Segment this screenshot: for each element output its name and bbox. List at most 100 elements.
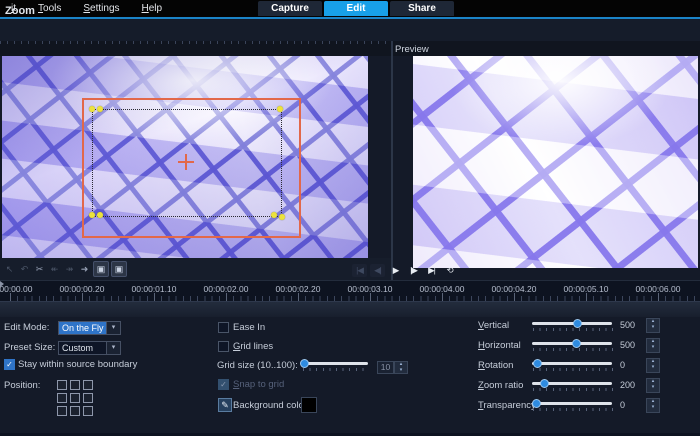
panel-title: Zoom	[5, 5, 35, 17]
grid-size-spinner[interactable]: ▴ ▾	[394, 361, 408, 374]
image-tool-icon[interactable]: ▣	[111, 261, 127, 277]
slider-thumb[interactable]	[573, 319, 582, 328]
slider[interactable]	[532, 378, 616, 392]
slider-value: 0	[616, 400, 646, 410]
slider-label: Vertical	[478, 320, 532, 331]
playhead-marker[interactable]	[0, 281, 4, 287]
go-to-start-button[interactable]: |◀	[352, 264, 367, 277]
position-grid	[57, 380, 93, 416]
slider-spinner[interactable]: ▴ ▾	[646, 338, 660, 353]
slider-value: 500	[616, 340, 646, 350]
snap-to-grid-label: Snap to grid	[233, 379, 284, 390]
slider-value: 500	[616, 320, 646, 330]
tab-share[interactable]: Share	[390, 1, 454, 16]
spin-down-icon[interactable]: ▾	[647, 405, 659, 412]
slider-row: Vertical 500 ▴ ▾	[478, 315, 678, 335]
grid-lines-label: Grid lines	[233, 341, 273, 352]
grid-size-value[interactable]: 10	[377, 361, 394, 374]
selection-handle[interactable]	[97, 212, 103, 218]
edit-mode-dropdown[interactable]: On the Fly ▾	[58, 321, 121, 335]
selection-center-cross[interactable]	[178, 154, 194, 170]
slider-track[interactable]	[302, 362, 368, 365]
slider-ticks	[533, 368, 613, 371]
grid-lines-checkbox[interactable]	[218, 341, 229, 352]
spin-down-icon[interactable]: ▾	[647, 365, 659, 372]
menu-item-help[interactable]: Help	[131, 0, 174, 17]
stay-within-checkbox[interactable]: ✓	[4, 359, 15, 370]
app-window: it Tools Settings Help Capture Edit Shar…	[0, 0, 700, 436]
ease-in-checkbox[interactable]	[218, 322, 229, 333]
slider[interactable]	[532, 318, 616, 332]
next-frame-button[interactable]: |▶	[406, 264, 421, 277]
slider-track[interactable]	[532, 402, 612, 405]
slider-thumb[interactable]	[572, 339, 581, 348]
spin-down-icon[interactable]: ▾	[647, 385, 659, 392]
slider-spinner[interactable]: ▴ ▾	[646, 398, 660, 413]
menu-item-settings[interactable]: Settings	[72, 0, 130, 17]
slider-ticks	[533, 388, 613, 391]
previous-frame-button[interactable]: ◀|	[370, 264, 385, 277]
position-cell[interactable]	[83, 406, 93, 416]
slider[interactable]	[532, 398, 616, 412]
undo-tool-icon[interactable]: ↶	[18, 262, 31, 276]
snapshot-tool-icon[interactable]: ▣	[93, 261, 109, 277]
loop-button[interactable]: ⟲	[442, 264, 457, 277]
slider-thumb[interactable]	[300, 359, 309, 368]
slider-spinner[interactable]: ▴ ▾	[646, 358, 660, 373]
slider-spinner[interactable]: ▴ ▾	[646, 378, 660, 393]
spin-down-icon[interactable]: ▾	[395, 368, 407, 374]
slider-thumb[interactable]	[540, 379, 549, 388]
ease-in-label: Ease In	[233, 322, 265, 333]
spin-down-icon[interactable]: ▾	[647, 345, 659, 352]
main-tabs: Capture Edit Share	[258, 1, 454, 16]
background-color-swatch[interactable]	[301, 397, 317, 413]
slider-row: Transparency 0 ▴ ▾	[478, 395, 678, 415]
position-cell[interactable]	[57, 406, 67, 416]
tab-edit[interactable]: Edit	[324, 1, 388, 16]
slider-track[interactable]	[532, 362, 612, 365]
edit-canvas[interactable]	[2, 56, 368, 258]
position-cell[interactable]	[57, 380, 67, 390]
pencil-icon[interactable]: ✎	[218, 398, 232, 412]
mini-ruler	[0, 41, 390, 44]
timeline-ruler[interactable]: 00:00:00.0000:00:00.2000:00:01.1000:00:0…	[0, 280, 700, 302]
selection-handle[interactable]	[89, 212, 95, 218]
slider-thumb[interactable]	[533, 359, 542, 368]
position-cell[interactable]	[83, 393, 93, 403]
slider-row: Zoom ratio 200 ▴ ▾	[478, 375, 678, 395]
selection-handle[interactable]	[277, 106, 283, 112]
selection-handle[interactable]	[89, 106, 95, 112]
slider-value: 0	[616, 360, 646, 370]
tab-capture[interactable]: Capture	[258, 1, 322, 16]
next-tool-icon[interactable]: ↠	[63, 262, 76, 276]
grid-size-slider[interactable]	[302, 358, 386, 372]
cut-tool-icon[interactable]: ✂	[33, 262, 46, 276]
chevron-down-icon[interactable]: ▾	[106, 342, 120, 354]
spin-down-icon[interactable]: ▾	[647, 325, 659, 332]
slider-thumb[interactable]	[532, 399, 541, 408]
pan-tool-icon[interactable]: ➜	[78, 262, 91, 276]
prev-tool-icon[interactable]: ↞	[48, 262, 61, 276]
preview-glow	[413, 56, 698, 268]
position-cell[interactable]	[70, 380, 80, 390]
slider-label: Rotation	[478, 360, 532, 371]
selection-handle[interactable]	[279, 214, 285, 220]
position-cell[interactable]	[83, 380, 93, 390]
slider-spinner[interactable]: ▴ ▾	[646, 318, 660, 333]
chevron-down-icon[interactable]: ▾	[106, 322, 120, 334]
slider[interactable]	[532, 338, 616, 352]
background-color-label: Background color:	[233, 400, 310, 411]
preset-size-dropdown[interactable]: Custom ▾	[58, 341, 121, 355]
selection-handle[interactable]	[271, 212, 277, 218]
slider-ticks	[533, 328, 613, 331]
slider-track[interactable]	[532, 322, 612, 325]
selection-handle[interactable]	[97, 106, 103, 112]
snap-to-grid-checkbox[interactable]: ✓	[218, 379, 229, 390]
position-cell[interactable]	[70, 393, 80, 403]
slider[interactable]	[532, 358, 616, 372]
play-button[interactable]: ▶	[388, 264, 403, 277]
go-to-end-button[interactable]: ▶|	[424, 264, 439, 277]
position-cell[interactable]	[70, 406, 80, 416]
position-cell[interactable]	[57, 393, 67, 403]
select-tool-icon[interactable]: ↖	[3, 262, 16, 276]
